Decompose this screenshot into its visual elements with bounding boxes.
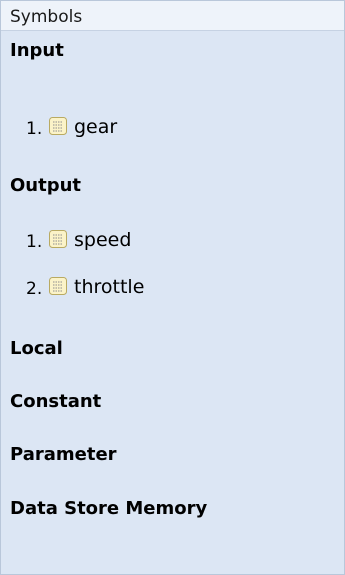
panel-title: Symbols [10, 7, 83, 27]
symbol-index: 1. [26, 119, 43, 139]
symbol-index: 1. [26, 232, 43, 252]
panel-header: Symbols [1, 1, 344, 31]
data-table-icon [49, 230, 67, 248]
data-table-icon [49, 117, 67, 135]
section-local-header[interactable]: Local [10, 338, 63, 360]
section-constant-header[interactable]: Constant [10, 391, 101, 413]
symbol-name: speed [74, 229, 132, 251]
data-table-icon [49, 277, 67, 295]
symbol-index: 2. [26, 279, 43, 299]
symbol-name: gear [74, 116, 118, 138]
section-data-store-memory-header[interactable]: Data Store Memory [10, 498, 207, 520]
section-output-header[interactable]: Output [10, 175, 81, 197]
section-input-header[interactable]: Input [10, 40, 64, 62]
symbols-panel: Symbols Input 1. gear Output 1. speed 2. [0, 0, 345, 575]
symbol-name: throttle [74, 276, 145, 298]
section-parameter-header[interactable]: Parameter [10, 444, 117, 466]
